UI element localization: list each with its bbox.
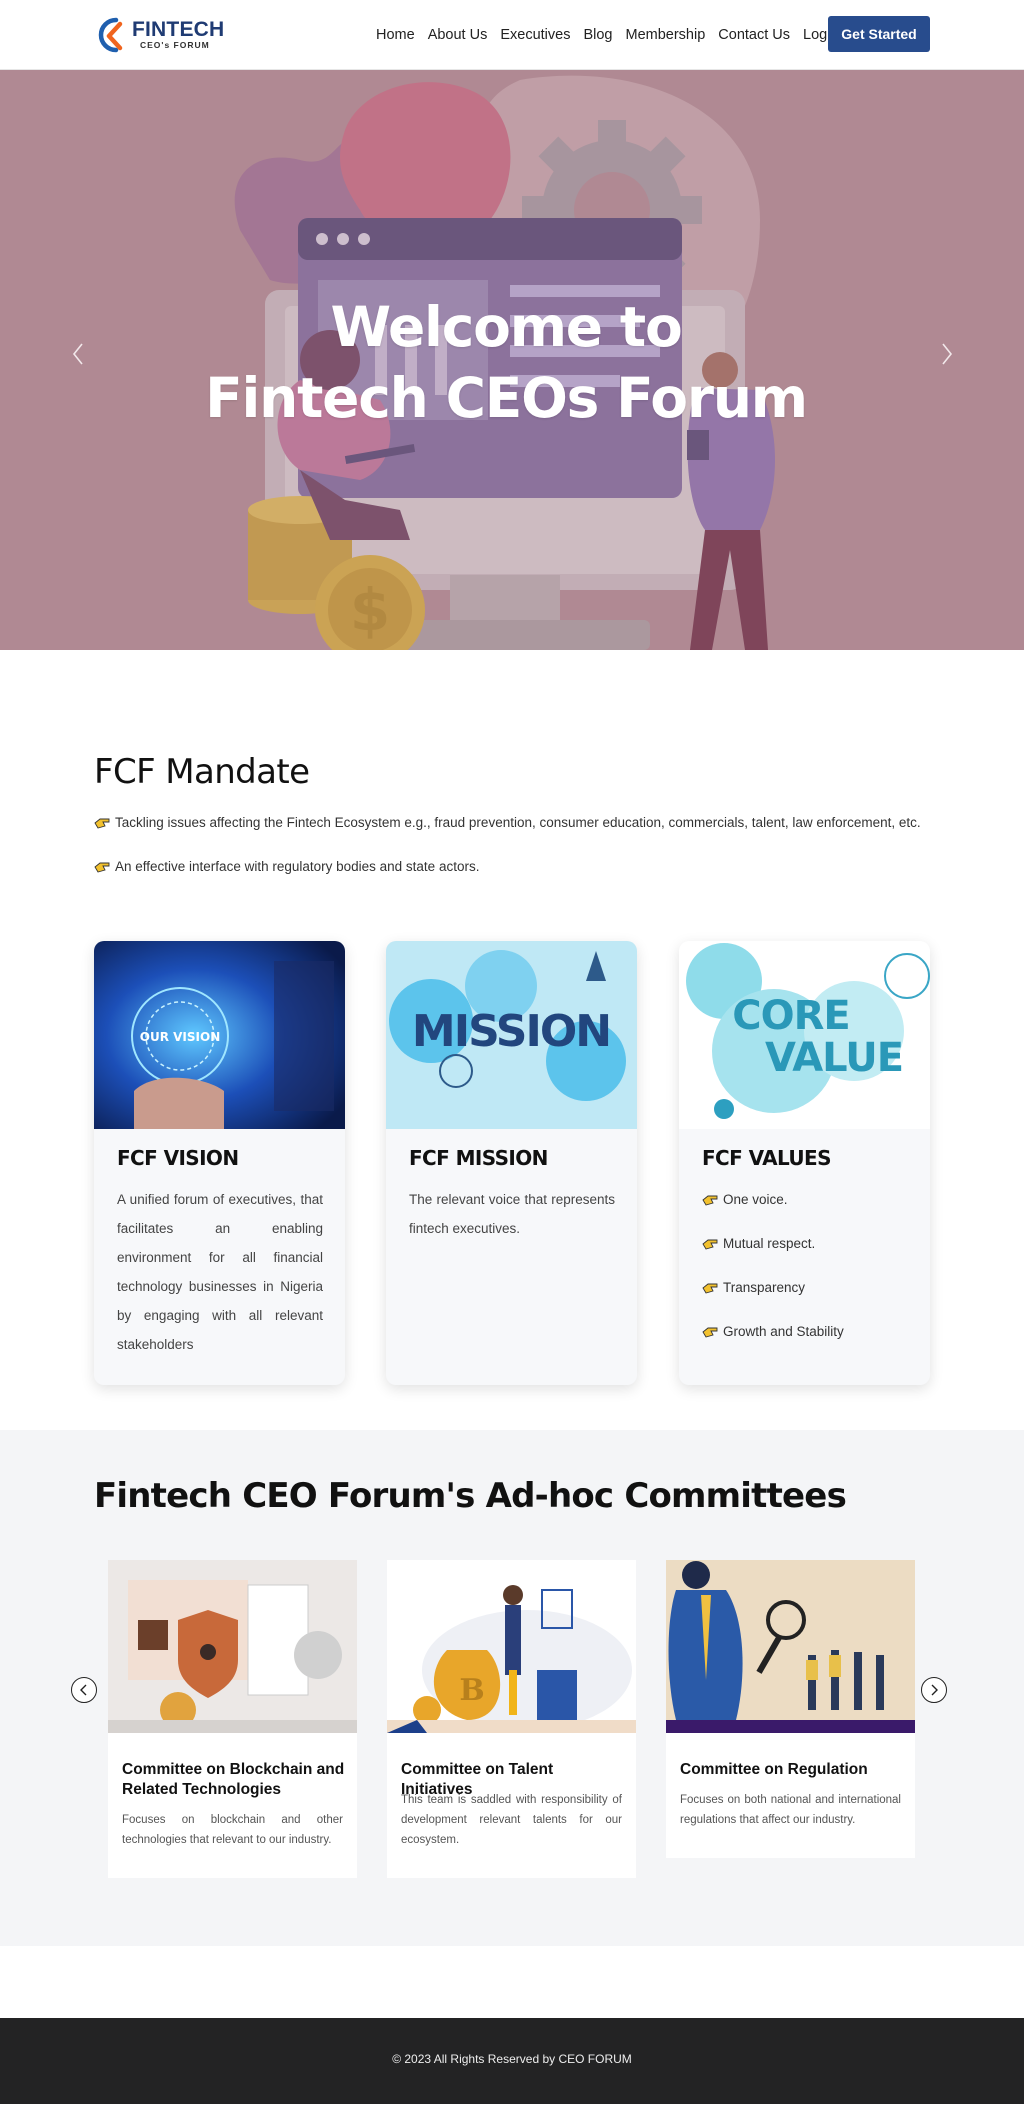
value-item-text: Transparency: [723, 1280, 806, 1295]
values-card: CORE VALUE FCF VALUES One voice. Mutual …: [679, 941, 930, 1385]
values-title: FCF VALUES: [702, 1146, 832, 1170]
vision-title: FCF VISION: [117, 1146, 239, 1170]
mandate-item: Tackling issues affecting the Fintech Ec…: [94, 815, 921, 830]
mandate-item: An effective interface with regulatory b…: [94, 859, 479, 874]
vision-image: OUR VISION: [94, 941, 345, 1129]
nav-link-membership[interactable]: Membership: [626, 27, 706, 43]
committee-title: Committee on Blockchain and Related Tech…: [122, 1761, 345, 1798]
committees-title: Fintech CEO Forum's Ad-hoc Committees: [94, 1476, 847, 1516]
mission-title: FCF MISSION: [409, 1146, 548, 1170]
mission-card: MISSION FCF MISSION The relevant voice t…: [386, 941, 637, 1385]
pointing-hand-icon: [94, 818, 110, 829]
mission-image-text: MISSION: [412, 1006, 610, 1057]
mandate-item-text: Tackling issues affecting the Fintech Ec…: [115, 815, 921, 830]
fintech-logo-icon: [98, 17, 123, 53]
mission-image: MISSION: [386, 941, 637, 1129]
chevron-right-icon: [942, 343, 953, 365]
committee-text: Focuses on blockchain and other technolo…: [122, 1814, 343, 1846]
nav-link-home[interactable]: Home: [376, 27, 415, 43]
navbar: FINTECH CEO's FORUM Home About Us Execut…: [0, 0, 1024, 70]
site-logo[interactable]: FINTECH CEO's FORUM: [94, 16, 224, 54]
nav-link-blog[interactable]: Blog: [583, 27, 612, 43]
committees-section: Fintech CEO Forum's Ad-hoc Committees Co…: [0, 1430, 1024, 1946]
committee-title: Committee on Regulation: [680, 1761, 868, 1778]
circle-chevron-right-icon: [931, 1684, 938, 1696]
mandate-item-text: An effective interface with regulatory b…: [115, 859, 480, 874]
nav-link-about-us[interactable]: About Us: [428, 27, 488, 43]
circle-chevron-left-icon: [80, 1684, 87, 1696]
value-item: Mutual respect.: [702, 1236, 815, 1251]
values-image: CORE VALUE: [679, 941, 930, 1129]
hero-title-line-1: Welcome to: [330, 295, 682, 359]
committees-prev-button[interactable]: [71, 1677, 97, 1703]
nav-link-contact-us[interactable]: Contact Us: [718, 27, 790, 43]
talent-image: B: [387, 1560, 636, 1733]
pointing-hand-icon: [702, 1195, 718, 1206]
committee-text: Focuses on both national and internation…: [680, 1794, 901, 1826]
vision-image-text: OUR VISION: [140, 1030, 220, 1044]
get-started-button[interactable]: Get Started: [828, 16, 930, 52]
value-item-text: One voice.: [723, 1192, 788, 1207]
logo-title: FINTECH: [132, 18, 225, 41]
mandate-title: FCF Mandate: [94, 752, 310, 792]
committee-card-regulation[interactable]: Committee on Regulation Focuses on both …: [666, 1560, 915, 1858]
footer: © 2023 All Rights Reserved by CEO FORUM: [0, 2018, 1024, 2104]
hero-carousel: $ Welcome to Fintech CEOs Forum: [0, 70, 1024, 650]
value-item: Transparency: [702, 1280, 805, 1295]
value-item: Growth and Stability: [702, 1324, 844, 1339]
value-item-text: Mutual respect.: [723, 1236, 816, 1251]
committee-card-talent[interactable]: B Committee on Talent Initiatives This t…: [387, 1560, 636, 1878]
copyright-text: © 2023 All Rights Reserved by CEO FORUM: [392, 2052, 632, 2066]
committees-next-button[interactable]: [921, 1677, 947, 1703]
hero-title-line-2: Fintech CEOs Forum: [205, 366, 808, 430]
blockchain-image: [108, 1560, 357, 1733]
value-item: One voice.: [702, 1192, 788, 1207]
vision-text: A unified forum of executives, that faci…: [117, 1192, 323, 1352]
pointing-hand-icon: [94, 862, 110, 873]
hero-prev-button[interactable]: [66, 338, 90, 370]
pointing-hand-icon: [702, 1327, 718, 1338]
pointing-hand-icon: [702, 1283, 718, 1294]
regulation-image: [666, 1560, 915, 1733]
value-item-text: Growth and Stability: [723, 1324, 844, 1339]
svg-text:B: B: [459, 1673, 484, 1708]
pointing-hand-icon: [702, 1239, 718, 1250]
main-menu: Home About Us Executives Blog Membership…: [376, 0, 852, 70]
hero-next-button[interactable]: [935, 338, 959, 370]
values-image-text-line-1: CORE: [732, 993, 849, 1039]
committee-card-blockchain[interactable]: Committee on Blockchain and Related Tech…: [108, 1560, 357, 1878]
logo-subtitle: CEO's FORUM: [140, 40, 210, 50]
nav-link-executives[interactable]: Executives: [500, 27, 570, 43]
chevron-left-icon: [72, 343, 83, 365]
hero-title: Welcome to Fintech CEOs Forum: [0, 292, 1012, 434]
vision-card: OUR VISION FCF VISION A unified forum of…: [94, 941, 345, 1385]
committee-text: This team is saddled with responsibility…: [401, 1794, 622, 1846]
values-image-text-line-2: VALUE: [765, 1035, 903, 1081]
mission-text: The relevant voice that represents finte…: [409, 1192, 615, 1236]
